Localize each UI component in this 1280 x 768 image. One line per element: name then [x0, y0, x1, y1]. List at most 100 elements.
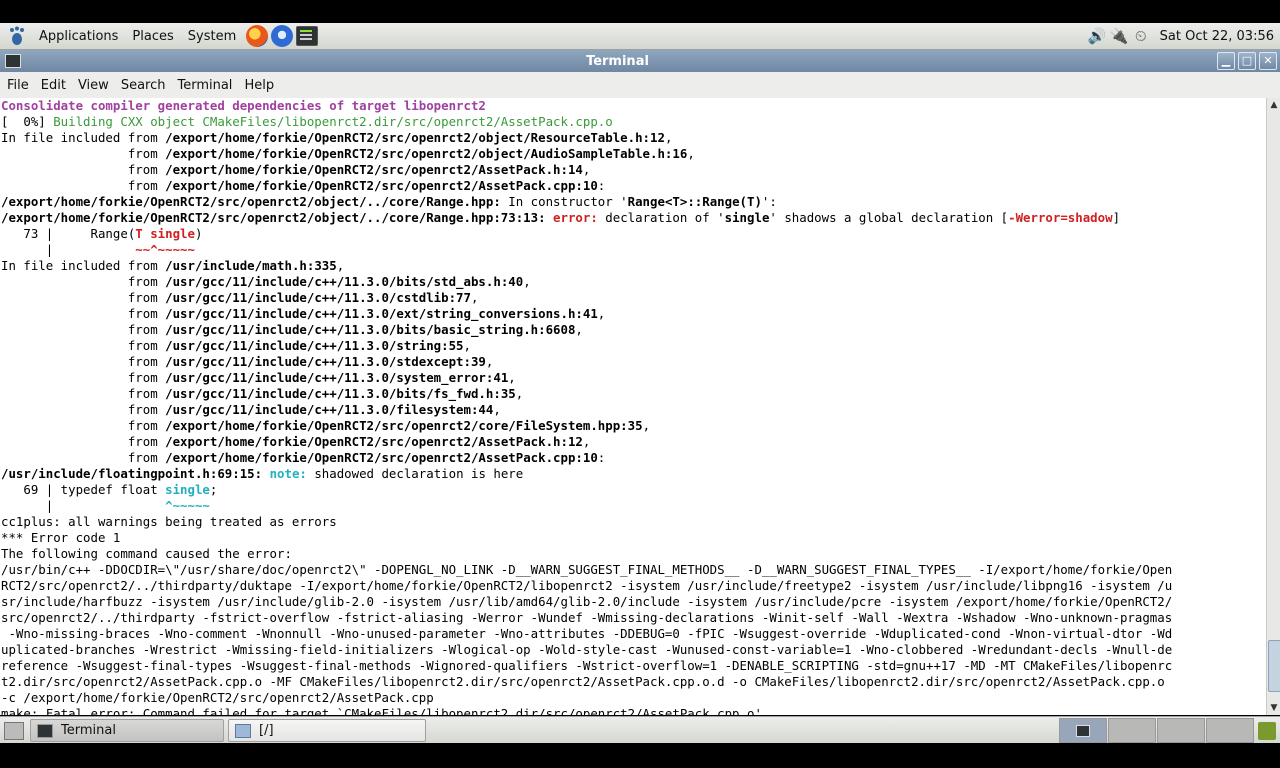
terminal-segment: reference -Wsuggest-final-types -Wsugges… [1, 658, 1173, 673]
terminal-line: sr/include/harfbuzz -isystem /usr/includ… [1, 594, 1172, 610]
terminal-segment: ) [194, 226, 203, 241]
terminal-segment: , [597, 306, 606, 321]
terminal-segment: -c /export/home/forkie/OpenRCT2/src/open… [1, 690, 434, 705]
terminal-segment: from [1, 450, 166, 465]
terminal-segment: /usr/gcc/11/include/c++/11.3.0/string:55 [165, 338, 464, 353]
terminal-segment: t2.dir/src/openrct2/AssetPack.cpp.o -MF … [1, 674, 1165, 689]
terminal-segment: /usr/gcc/11/include/c++/11.3.0/bits/fs_f… [165, 386, 516, 401]
terminal-line: from /export/home/forkie/OpenRCT2/src/op… [1, 146, 1172, 162]
terminal-line: [ 0%] Building CXX object CMakeFiles/lib… [1, 114, 1172, 130]
thunderbird-icon[interactable] [271, 25, 294, 47]
window-titlebar[interactable]: Terminal ▁ □ ✕ [0, 50, 1280, 72]
terminal-line: /export/home/forkie/OpenRCT2/src/openrct… [1, 194, 1172, 210]
terminal-line: -c /export/home/forkie/OpenRCT2/src/open… [1, 690, 1172, 706]
terminal-segment: ': [761, 194, 777, 209]
terminal-segment: Range<T>::Range(T) [627, 194, 762, 209]
menu-search[interactable]: Search [114, 78, 171, 93]
scroll-up-icon[interactable]: ▲ [1267, 98, 1280, 112]
terminal-segment: -Wno-missing-braces -Wno-comment -Wnonnu… [1, 626, 1173, 641]
terminal-segment: /usr/gcc/11/include/c++/11.3.0/bits/basi… [165, 322, 576, 337]
workspace-3[interactable] [1157, 718, 1205, 743]
terminal-segment: /export/home/forkie/OpenRCT2/src/openrct… [1, 210, 546, 225]
top-panel: Applications Places System 🔊 🔌 ⏲ Sat Oct… [0, 23, 1280, 50]
close-button[interactable]: ✕ [1259, 52, 1277, 70]
terminal-segment: ~~^~~~~~ [135, 242, 195, 257]
terminal-segment: from [1, 354, 166, 369]
gnome-foot-icon[interactable] [6, 25, 28, 47]
system-menu[interactable]: System [181, 29, 243, 44]
terminal-line: /usr/include/floatingpoint.h:69:15: note… [1, 466, 1172, 482]
terminal-line: reference -Wsuggest-final-types -Wsugges… [1, 658, 1172, 674]
terminal-line: | ~~^~~~~~ [1, 242, 1172, 258]
trash-icon[interactable] [1258, 721, 1276, 740]
terminal-segment: , [470, 290, 479, 305]
terminal-launcher-icon[interactable] [296, 26, 319, 46]
menu-edit[interactable]: Edit [34, 78, 71, 93]
terminal-line: In file included from /export/home/forki… [1, 130, 1172, 146]
update-clock-icon[interactable]: ⏲ [1132, 27, 1150, 45]
menu-help[interactable]: Help [237, 78, 279, 93]
terminal-segment: from [1, 306, 166, 321]
terminal-segment: make: Fatal error: Command failed for ta… [1, 706, 762, 715]
terminal-segment: T single [135, 226, 195, 241]
terminal-segment: /usr/gcc/11/include/c++/11.3.0/ext/strin… [165, 306, 598, 321]
terminal-line: from /usr/gcc/11/include/c++/11.3.0/cstd… [1, 290, 1172, 306]
terminal-line: /export/home/forkie/OpenRCT2/src/openrct… [1, 210, 1172, 226]
terminal-line: RCT2/src/openrct2/../thirdparty/duktape … [1, 578, 1172, 594]
terminal-segment: , [523, 274, 531, 289]
terminal-text: Consolidate compiler generated dependenc… [1, 98, 1172, 715]
terminal-segment: , [485, 354, 494, 369]
menu-file[interactable]: File [0, 78, 34, 93]
terminal-line: from /usr/gcc/11/include/c++/11.3.0/syst… [1, 370, 1172, 386]
scroll-down-icon[interactable]: ▼ [1267, 701, 1280, 715]
terminal-line: from /usr/gcc/11/include/c++/11.3.0/ext/… [1, 306, 1172, 322]
terminal-line: make: Fatal error: Command failed for ta… [1, 706, 1172, 715]
terminal-segment: /export/home/forkie/OpenRCT2/src/openrct… [165, 418, 643, 433]
terminal-segment: ^~~~~~ [165, 498, 210, 513]
firefox-icon[interactable] [246, 25, 269, 47]
terminal-segment: , [463, 338, 471, 353]
menu-terminal[interactable]: Terminal [170, 78, 237, 93]
terminal-line: | ^~~~~~ [1, 498, 1172, 514]
terminal-segment: cc1plus: all warnings being treated as e… [1, 514, 337, 529]
terminal-line: cc1plus: all warnings being treated as e… [1, 514, 1172, 530]
taskbar-item-folder[interactable]: [/] [228, 719, 426, 742]
show-desktop-icon[interactable] [4, 721, 24, 740]
terminal-segment: 69 | typedef float [1, 482, 166, 497]
terminal-segment: , [642, 418, 651, 433]
workspace-2[interactable] [1108, 718, 1156, 743]
workspace-1[interactable] [1059, 718, 1107, 743]
places-menu[interactable]: Places [125, 29, 180, 44]
network-icon[interactable]: 🔌 [1110, 27, 1129, 45]
terminal-line: Consolidate compiler generated dependenc… [1, 98, 1172, 114]
scrollbar-thumb[interactable] [1268, 640, 1280, 692]
volume-icon[interactable]: 🔊 [1088, 27, 1107, 45]
bottom-panel: Terminal [/] [0, 716, 1280, 744]
terminal-segment: , [493, 402, 501, 417]
terminal-task-icon [37, 723, 53, 738]
terminal-segment: *** Error code 1 [1, 530, 121, 545]
clock[interactable]: Sat Oct 22, 03:56 [1154, 29, 1274, 44]
applications-menu[interactable]: Applications [32, 29, 125, 44]
taskbar-item-terminal[interactable]: Terminal [30, 719, 224, 742]
terminal-line: from /usr/gcc/11/include/c++/11.3.0/bits… [1, 386, 1172, 402]
menu-view[interactable]: View [71, 78, 114, 93]
terminal-output[interactable]: Consolidate compiler generated dependenc… [0, 98, 1266, 715]
workspace-4[interactable] [1206, 718, 1254, 743]
terminal-segment: note: [269, 466, 307, 481]
terminal-segment: , [575, 322, 583, 337]
terminal-segment: from [1, 386, 166, 401]
terminal-segment: [ 0%] [1, 114, 54, 129]
terminal-segment: from [1, 322, 166, 337]
terminal-segment: 73 | Range( [1, 226, 136, 241]
terminal-scrollbar[interactable]: ▲ ▼ [1266, 98, 1280, 715]
terminal-segment: /export/home/forkie/OpenRCT2/src/openrct… [1, 194, 501, 209]
workspace-switcher[interactable] [1059, 718, 1254, 743]
terminal-segment: , [582, 434, 591, 449]
terminal-line: from /export/home/forkie/OpenRCT2/src/op… [1, 450, 1172, 466]
screen-border-top [0, 0, 1280, 23]
terminal-segment: ' shadows a global declaration [ [769, 210, 1009, 225]
terminal-segment: single [165, 482, 210, 497]
maximize-button[interactable]: □ [1238, 52, 1256, 70]
terminal-segment: In file included from [1, 258, 166, 273]
